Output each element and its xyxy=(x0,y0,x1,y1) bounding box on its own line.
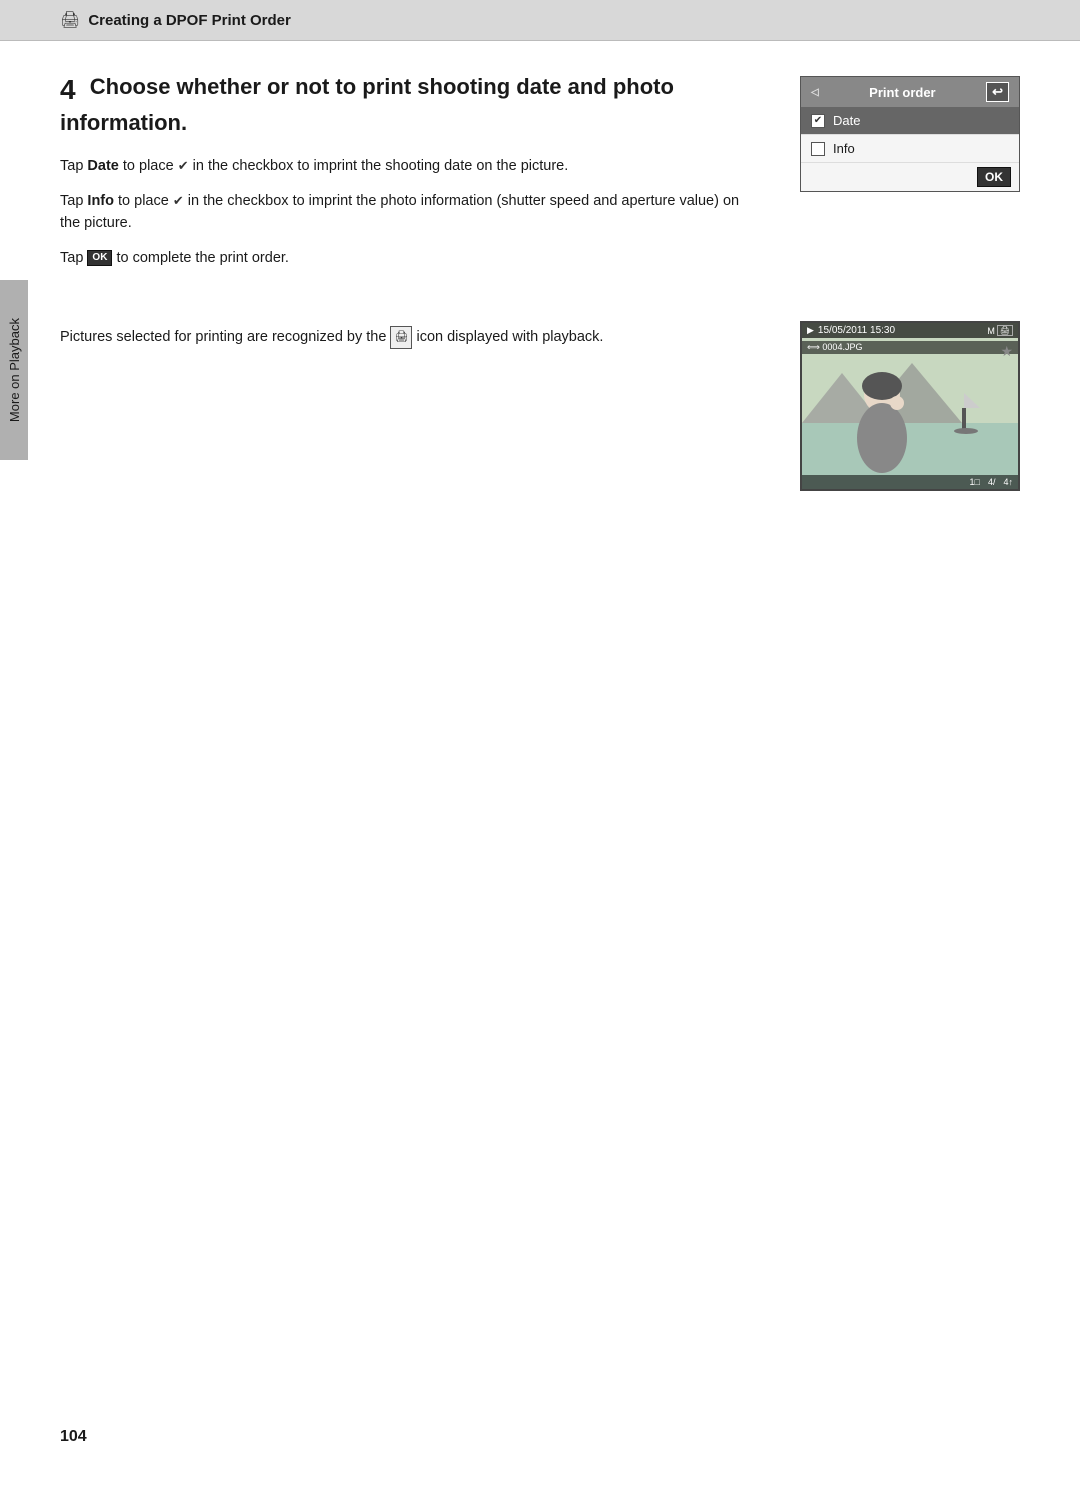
playback-section: Pictures selected for printing are recog… xyxy=(60,321,1020,491)
header-title: Creating a DPOF Print Order xyxy=(88,12,291,29)
step4-para2: Tap Info to place ✔ in the checkbox to i… xyxy=(60,190,760,235)
star-icon: ★ xyxy=(1000,343,1013,360)
preview-header: ▶ 15/05/2011 15:30 M 🖨 xyxy=(802,323,1018,338)
dialog-title-bar: ◁ Print order ↩ xyxy=(801,77,1019,107)
print-order-dialog: ◁ Print order ↩ Date Info OK xyxy=(800,76,1020,192)
info-label: Info xyxy=(833,141,855,156)
step4-section: 4 Choose whether or not to print shootin… xyxy=(60,71,1020,281)
preview-footer-left: 1□ xyxy=(970,477,980,487)
dpof-inline-icon: 🖨 xyxy=(390,326,412,348)
step4-date-bold: Date xyxy=(87,158,118,174)
step4-heading-container: 4 Choose whether or not to print shootin… xyxy=(60,71,760,137)
preview-footer: 1□ 4/ 4↑ xyxy=(802,475,1018,489)
preview-connection-icon: ⟺ xyxy=(807,342,820,352)
preview-subheader: ⟺ 0004.JPG xyxy=(802,341,1018,354)
preview-header-left: ▶ 15/05/2011 15:30 xyxy=(807,325,895,336)
ok-inline-icon: OK xyxy=(87,250,112,266)
checkmark-icon-1: ✔ xyxy=(178,158,189,173)
dialog-back-icon[interactable]: ↩ xyxy=(986,82,1009,102)
dialog-left-indicator: ◁ xyxy=(811,87,819,98)
dialog-ok-button[interactable]: OK xyxy=(977,167,1011,187)
preview-dpof-icon: 🖨 xyxy=(997,325,1013,336)
main-content: 4 Choose whether or not to print shootin… xyxy=(0,41,1080,571)
dialog-row-info[interactable]: Info xyxy=(801,135,1019,163)
dialog-title: Print order xyxy=(869,85,935,100)
step4-info-bold: Info xyxy=(87,193,114,209)
print-order-dialog-wrapper: ◁ Print order ↩ Date Info OK xyxy=(800,71,1020,192)
step4-para1: Tap Date to place ✔ in the checkbox to i… xyxy=(60,155,760,177)
page-number: 104 xyxy=(60,1428,87,1446)
preview-play-icon: ▶ xyxy=(807,325,814,336)
step4-para3: Tap OK to complete the print order. xyxy=(60,247,760,269)
step4-heading: Choose whether or not to print shooting … xyxy=(60,74,674,135)
info-checkbox[interactable] xyxy=(811,142,825,156)
preview-filename: 0004.JPG xyxy=(822,342,862,352)
checkmark-icon-2: ✔ xyxy=(173,193,184,208)
playback-text: Pictures selected for printing are recog… xyxy=(60,321,760,350)
dialog-row-date[interactable]: Date xyxy=(801,107,1019,135)
camera-preview: ▶ 15/05/2011 15:30 M 🖨 ⟺ 0004.JPG xyxy=(800,321,1020,491)
dpof-header-icon: 🖨 xyxy=(60,10,80,30)
date-label: Date xyxy=(833,113,860,128)
header-bar: 🖨 Creating a DPOF Print Order xyxy=(0,0,1080,41)
preview-mode-text: M xyxy=(987,326,995,336)
step4-text-area: 4 Choose whether or not to print shootin… xyxy=(60,71,760,281)
dialog-footer: OK xyxy=(801,163,1019,191)
date-checkbox[interactable] xyxy=(811,114,825,128)
preview-date: 15/05/2011 15:30 xyxy=(818,325,895,336)
preview-footer-right: 4↑ xyxy=(1003,477,1013,487)
preview-footer-mid: 4/ xyxy=(988,477,996,487)
step4-number: 4 xyxy=(60,74,76,105)
preview-mode-icons: M 🖨 xyxy=(987,325,1013,336)
